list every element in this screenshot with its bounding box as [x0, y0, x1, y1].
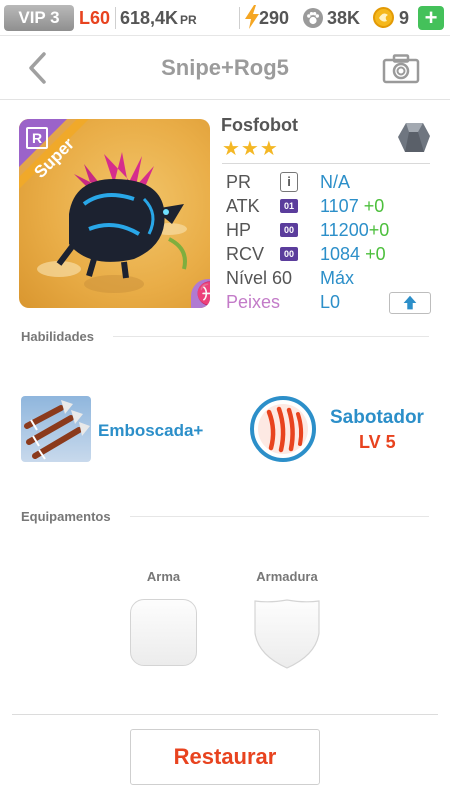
weapon-slot[interactable]	[130, 599, 197, 666]
divider	[130, 516, 429, 517]
stat-label: Nível 60	[226, 268, 293, 288]
gem-coin-icon	[373, 7, 394, 28]
player-level: L60	[79, 8, 111, 28]
stat-number: 1107	[320, 196, 359, 216]
stat-rcv: RCV 00 1084 +0	[226, 242, 436, 266]
divider	[115, 7, 116, 29]
gem-count: 9	[399, 8, 410, 28]
armor-slot[interactable]	[254, 599, 320, 669]
stat-bonus: +0	[365, 244, 386, 264]
stat-label: PR	[226, 172, 252, 192]
stat-pr: PR i N/A	[226, 170, 436, 194]
monster-name: Fosfobot	[221, 115, 298, 135]
info-icon[interactable]: i	[280, 172, 298, 192]
skill-level: LV 5	[359, 432, 396, 452]
divider	[113, 336, 429, 337]
upgrade-button[interactable]	[389, 292, 431, 314]
stat-value: L0	[320, 292, 341, 312]
divider	[12, 714, 438, 715]
skill-name[interactable]: Sabotador	[330, 406, 424, 430]
stat-value: 1084 +0	[320, 242, 386, 266]
stat-label: HP	[226, 220, 252, 240]
weapon-label: Arma	[146, 569, 181, 584]
power-rating: 618,4K PR	[120, 7, 197, 31]
power-rating-unit: PR	[180, 13, 197, 27]
camera-icon[interactable]	[382, 54, 420, 84]
stat-bonus: +0	[368, 220, 390, 240]
energy-count: 290	[259, 8, 290, 28]
skill-name[interactable]: Emboscada+	[98, 420, 203, 442]
stat-value: 11200+0	[320, 218, 389, 242]
power-rating-value: 618,4K	[120, 8, 179, 28]
divider	[239, 7, 240, 29]
stat-level: Nível 60 Máx	[226, 266, 436, 290]
stat-label: RCV	[226, 244, 265, 264]
vip-badge[interactable]: VIP 3	[4, 5, 74, 31]
divider	[222, 163, 430, 164]
atk-upgrade-chip: 01	[280, 199, 298, 213]
stat-label: Peixes	[226, 292, 281, 312]
star-rating: ★★★	[222, 138, 279, 160]
stat-value: N/A	[320, 172, 351, 192]
stat-hp: HP 00 11200+0	[226, 218, 436, 242]
monster-portrait[interactable]: Super R ♓	[19, 119, 210, 308]
stat-value: Máx	[320, 268, 355, 288]
arrow-up-icon	[403, 295, 417, 310]
claw-marks-icon[interactable]	[250, 396, 316, 462]
restore-button[interactable]: Restaurar	[130, 729, 320, 785]
metal-element-icon[interactable]	[396, 120, 432, 156]
stat-fish: Peixes L0	[226, 290, 436, 314]
add-gems-button[interactable]: +	[418, 6, 444, 30]
skills-section-label: Habilidades	[21, 329, 94, 344]
status-bar: VIP 3 L60 618,4K PR 290 38K 9 +	[0, 0, 450, 36]
paw-food-icon	[303, 8, 323, 28]
header: Snipe+Rog5	[0, 36, 450, 100]
hp-upgrade-chip: 00	[280, 223, 298, 237]
armor-label: Armadura	[256, 569, 318, 584]
food-count: 38K	[327, 8, 361, 28]
rank-badge: R	[26, 127, 48, 149]
stat-atk: ATK 01 1107 +0	[226, 194, 436, 218]
rcv-upgrade-chip: 00	[280, 247, 298, 261]
stat-value: 1107 +0	[320, 194, 384, 218]
ambush-arrows-icon[interactable]	[21, 396, 91, 462]
stat-label: ATK	[226, 196, 260, 216]
stat-number: 1084	[320, 244, 361, 264]
stat-number: 11200	[320, 220, 369, 240]
equipment-section-label: Equipamentos	[21, 509, 111, 524]
stat-bonus: +0	[363, 196, 385, 216]
